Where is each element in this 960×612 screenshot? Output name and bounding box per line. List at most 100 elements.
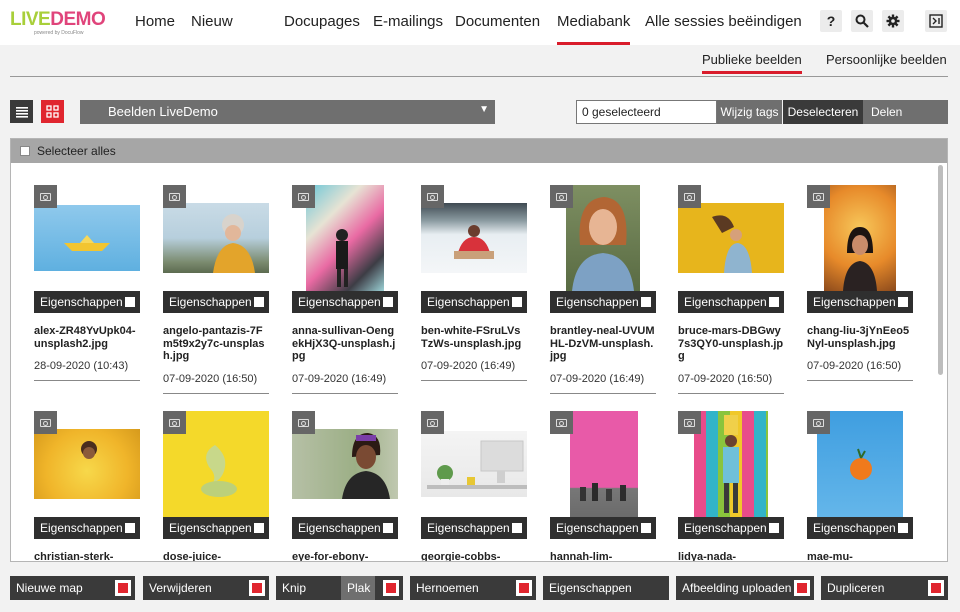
- change-tags-button[interactable]: Wijzig tags: [717, 100, 782, 124]
- image-tile[interactable]: Eigenschappen anna-sullivan-OengekHjX3Q-…: [292, 185, 398, 394]
- new-folder-icon[interactable]: [115, 580, 131, 596]
- nav-documents[interactable]: Documenten: [455, 13, 540, 30]
- image-tile[interactable]: Eigenschappen georgie-cobbs-: [421, 411, 527, 561]
- properties-label[interactable]: Eigenschappen: [684, 295, 767, 309]
- file-name: dose-juice-: [163, 551, 222, 562]
- image-tile[interactable]: Eigenschappen lidya-nada-: [678, 411, 784, 561]
- nav-emailings[interactable]: E-mailings: [373, 13, 443, 30]
- properties-label[interactable]: Eigenschappen: [298, 295, 381, 309]
- image-tile[interactable]: Eigenschappen christian-sterk-: [34, 411, 140, 561]
- select-checkbox[interactable]: [512, 523, 522, 533]
- select-checkbox[interactable]: [769, 523, 779, 533]
- image-thumbnail[interactable]: [678, 185, 784, 291]
- deselect-button[interactable]: Deselecteren: [783, 100, 863, 124]
- app-logo[interactable]: LIVEDEMO powered by DocuFlow: [10, 10, 106, 36]
- nav-new[interactable]: Nieuw: [191, 13, 233, 30]
- tab-personal-images[interactable]: Persoonlijke beelden: [826, 52, 947, 67]
- select-checkbox[interactable]: [125, 523, 135, 533]
- new-folder-button[interactable]: Nieuwe map: [10, 576, 135, 600]
- select-checkbox[interactable]: [383, 523, 393, 533]
- nav-end-sessions[interactable]: Alle sessies beëindigen: [645, 13, 802, 30]
- cut-button[interactable]: Knip: [276, 576, 403, 600]
- nav-mediabank[interactable]: Mediabank: [557, 13, 631, 45]
- image-tile[interactable]: Eigenschappen brantley-neal-UVUMHL-DzVM-…: [550, 185, 656, 394]
- properties-label[interactable]: Eigenschappen: [40, 521, 123, 535]
- image-tile[interactable]: Eigenschappen eye-for-ebony-: [292, 411, 398, 561]
- upload-image-button[interactable]: Afbeelding uploaden: [676, 576, 814, 600]
- upload-icon[interactable]: [794, 580, 810, 596]
- properties-label[interactable]: Eigenschappen: [813, 295, 896, 309]
- selected-count-field[interactable]: 0 geselecteerd: [576, 100, 717, 124]
- tab-public-images[interactable]: Publieke beelden: [702, 52, 802, 74]
- properties-label[interactable]: Eigenschappen: [298, 521, 381, 535]
- duplicate-button[interactable]: Dupliceren: [821, 576, 948, 600]
- rename-button[interactable]: Hernoemen: [410, 576, 536, 600]
- delete-button[interactable]: Verwijderen: [143, 576, 269, 600]
- nav-home[interactable]: Home: [135, 13, 175, 30]
- image-thumbnail[interactable]: [807, 185, 913, 291]
- image-tile[interactable]: Eigenschappen alex-ZR48YvUpk04-unsplash2…: [34, 185, 140, 381]
- image-thumbnail[interactable]: [421, 411, 527, 517]
- image-thumbnail[interactable]: [678, 411, 784, 517]
- select-checkbox[interactable]: [512, 297, 522, 307]
- select-checkbox[interactable]: [769, 297, 779, 307]
- select-checkbox[interactable]: [383, 297, 393, 307]
- properties-label[interactable]: Eigenschappen: [813, 521, 896, 535]
- properties-bar: Eigenschappen: [163, 517, 269, 539]
- grid-view-button[interactable]: [41, 100, 64, 123]
- folder-select[interactable]: Beelden LiveDemo ▼: [80, 100, 495, 124]
- search-icon[interactable]: [851, 10, 873, 32]
- settings-gear-icon[interactable]: [882, 10, 904, 32]
- select-checkbox[interactable]: [641, 297, 651, 307]
- image-thumbnail[interactable]: [163, 411, 269, 517]
- image-tile[interactable]: Eigenschappen bruce-mars-DBGwy7s3QY0-uns…: [678, 185, 784, 394]
- image-tile[interactable]: Eigenschappen ben-white-FSruLVsTzWs-unsp…: [421, 185, 527, 381]
- properties-label[interactable]: Eigenschappen: [169, 521, 252, 535]
- image-thumbnail[interactable]: [34, 185, 140, 291]
- image-thumbnail[interactable]: [292, 411, 398, 517]
- select-checkbox[interactable]: [898, 523, 908, 533]
- select-checkbox[interactable]: [125, 297, 135, 307]
- duplicate-icon[interactable]: [928, 580, 944, 596]
- select-checkbox[interactable]: [254, 297, 264, 307]
- properties-label[interactable]: Eigenschappen: [427, 295, 510, 309]
- properties-label[interactable]: Eigenschappen: [684, 521, 767, 535]
- delete-icon[interactable]: [249, 580, 265, 596]
- select-all-label[interactable]: Selecteer alles: [37, 144, 116, 158]
- image-tile[interactable]: Eigenschappen mae-mu-: [807, 411, 913, 561]
- grid-icon: [46, 105, 59, 118]
- image-thumbnail[interactable]: [550, 185, 656, 291]
- select-checkbox[interactable]: [641, 523, 651, 533]
- tile-divider: [292, 392, 398, 394]
- properties-label[interactable]: Eigenschappen: [169, 295, 252, 309]
- list-view-button[interactable]: [10, 100, 33, 123]
- nav-docupages[interactable]: Docupages: [284, 13, 360, 30]
- image-thumbnail[interactable]: [807, 411, 913, 517]
- select-checkbox[interactable]: [898, 297, 908, 307]
- select-checkbox[interactable]: [254, 523, 264, 533]
- properties-label[interactable]: Eigenschappen: [427, 521, 510, 535]
- properties-button[interactable]: Eigenschappen: [543, 576, 669, 600]
- image-tile[interactable]: Eigenschappen chang-liu-3jYnEeo5Nyl-unsp…: [807, 185, 913, 381]
- rename-icon[interactable]: [516, 580, 532, 596]
- tile-divider: [34, 380, 140, 381]
- image-thumbnail[interactable]: [34, 411, 140, 517]
- properties-bar: Eigenschappen: [550, 291, 656, 313]
- properties-label[interactable]: Eigenschappen: [556, 295, 639, 309]
- help-icon[interactable]: ?: [820, 10, 842, 32]
- image-tile[interactable]: Eigenschappen angelo-pantazis-7Fm5t9x2y7…: [163, 185, 269, 394]
- cut-paste-icon[interactable]: [383, 580, 399, 596]
- image-tile[interactable]: Eigenschappen hannah-lim-: [550, 411, 656, 561]
- select-all-checkbox[interactable]: [20, 146, 30, 156]
- image-thumbnail[interactable]: [292, 185, 398, 291]
- scrollbar[interactable]: [938, 165, 943, 375]
- paste-button[interactable]: Plak: [341, 576, 375, 600]
- image-thumbnail[interactable]: [550, 411, 656, 517]
- image-tile[interactable]: Eigenschappen dose-juice-: [163, 411, 269, 562]
- share-button[interactable]: Delen: [863, 100, 948, 124]
- properties-label[interactable]: Eigenschappen: [556, 521, 639, 535]
- logout-icon[interactable]: [925, 10, 947, 32]
- image-thumbnail[interactable]: [421, 185, 527, 291]
- properties-label[interactable]: Eigenschappen: [40, 295, 123, 309]
- image-thumbnail[interactable]: [163, 185, 269, 291]
